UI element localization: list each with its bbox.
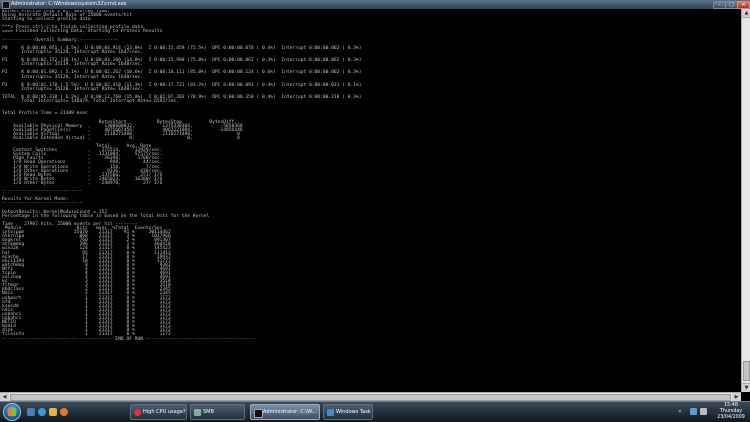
task-label: SMB [203,409,214,415]
volume-icon[interactable] [700,408,707,415]
scroll-down-arrow-icon[interactable]: ▼ [742,383,750,392]
task-label: Windows Task Man... [336,409,372,415]
title-bar[interactable]: Administrator: C:\Windows\system32\cmd.e… [0,0,750,9]
scroll-up-arrow-icon[interactable]: ▲ [742,9,750,18]
task-label: Administrator: C:\W... [263,409,317,415]
show-hidden-icons-chevron-icon[interactable]: « [678,408,682,415]
taskbar-button-cmd[interactable]: Administrator: C:\W... [250,404,320,420]
taskbar: High CPU usage? - ... SMB Administrator:… [0,401,750,422]
console-output[interactable]: Kernel Profile (PID = 0): Source= Time, U… [2,10,738,390]
console-window: Administrator: C:\Windows\system32\cmd.e… [0,0,750,402]
internet-explorer-icon[interactable] [38,408,46,416]
window-title: Administrator: C:\Windows\system32\cmd.e… [11,1,127,7]
taskbar-button-task-manager[interactable]: Windows Task Man... [323,404,373,420]
vertical-scroll-thumb[interactable] [743,361,750,381]
network-icon[interactable] [690,408,697,415]
task-manager-icon [327,409,334,416]
close-button[interactable]: × [737,1,750,9]
system-clock[interactable]: 15:48 Thursday 23/04/2009 [713,403,749,420]
show-desktop-icon[interactable] [27,408,35,416]
windows-logo-icon [8,408,16,416]
media-player-icon[interactable] [60,408,68,416]
folder-icon [194,409,201,416]
vertical-scrollbar[interactable]: ▲ ▼ [741,9,750,392]
taskbar-button-smb[interactable]: SMB [190,404,245,420]
console-line: ----------------------------------------… [2,336,257,342]
clock-date: 23/04/2009 [717,414,745,420]
folder-icon[interactable] [49,408,57,416]
task-label: High CPU usage? - ... [143,409,186,415]
cmd-icon [254,409,263,418]
browser-icon [134,409,141,416]
start-button[interactable] [3,403,21,421]
taskbar-button-high-cpu[interactable]: High CPU usage? - ... [130,404,187,420]
cmd-icon [2,1,10,9]
horizontal-scroll-thumb[interactable] [10,394,731,401]
